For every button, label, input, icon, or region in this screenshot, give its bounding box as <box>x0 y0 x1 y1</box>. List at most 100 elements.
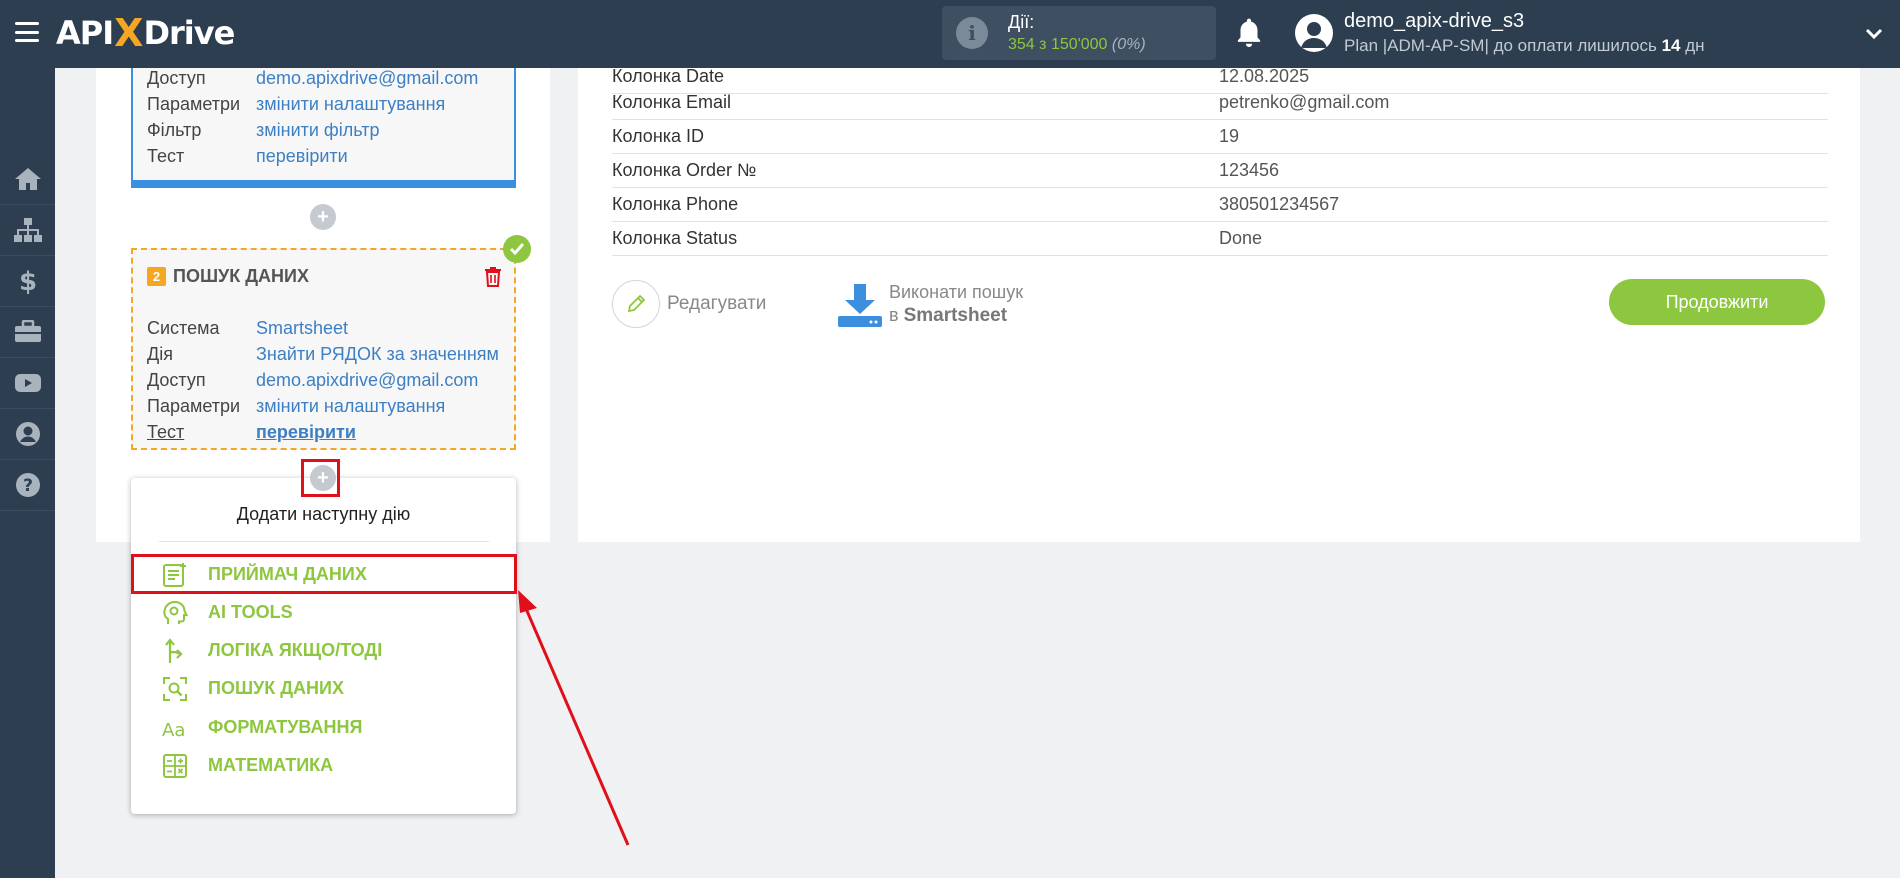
actions-label: Дії: <box>1008 12 1035 32</box>
change-filter-link[interactable]: змінити фільтр <box>256 120 379 141</box>
search-data-block: 2 ПОШУК ДАНИХ Система Smartsheet Дія Знайти… <box>131 248 516 450</box>
menu-toggle-icon[interactable] <box>15 20 39 44</box>
sitemap-icon <box>13 218 42 242</box>
user-circle-icon <box>15 422 40 446</box>
menu-item-label: ЛОГІКА ЯКЩО/ТОДІ <box>208 640 383 660</box>
youtube-icon <box>14 374 41 392</box>
help-icon: ? <box>15 473 40 497</box>
check-icon <box>503 235 531 263</box>
table-row: Колонка Phone 380501234567 <box>612 188 1828 222</box>
row-key: Тест <box>147 146 185 166</box>
sidebar-item-video[interactable] <box>0 358 55 409</box>
block-title-text: ПОШУК ДАНИХ <box>173 266 309 286</box>
test-link[interactable]: перевірити <box>256 422 356 443</box>
actions-percent: (0%) <box>1111 36 1146 53</box>
sidebar-item-account[interactable] <box>0 409 55 460</box>
download-icon <box>838 284 882 327</box>
actions-limit: 150'000 <box>1050 36 1108 53</box>
block-title: 2 ПОШУК ДАНИХ <box>147 266 309 287</box>
menu-item-label: ПОШУК ДАНИХ <box>208 678 344 698</box>
plan-text: Plan |ADM-AP-SM| до оплати лишилось <box>1344 36 1657 55</box>
username[interactable]: demo_apix-drive_s3 <box>1344 10 1524 33</box>
cell-value: 19 <box>1219 126 1240 146</box>
logo-text-api: API <box>56 14 114 52</box>
home-icon <box>14 168 41 190</box>
sidebar-item-billing[interactable]: $ <box>0 256 55 307</box>
svg-text:Aa: Aa <box>162 720 185 741</box>
bell-icon[interactable] <box>1233 16 1265 50</box>
ai-head-icon <box>163 600 188 624</box>
avatar[interactable] <box>1295 14 1333 52</box>
action-link[interactable]: Знайти РЯДОК за значенням <box>256 344 499 365</box>
cell-value: 123456 <box>1219 160 1280 180</box>
sidebar-item-help[interactable]: ? <box>0 460 55 511</box>
add-step-button-active[interactable]: + <box>310 465 336 491</box>
row-key: Параметри <box>147 396 241 416</box>
continue-button[interactable]: Продовжити <box>1609 279 1825 325</box>
row-key: Параметри <box>147 94 241 114</box>
search-system: Smartsheet <box>903 305 1008 326</box>
sidebar-item-projects[interactable] <box>0 307 55 358</box>
plan-info: Plan |ADM-AP-SM| до оплати лишилось 14 д… <box>1344 36 1705 56</box>
actions-of: з <box>1039 36 1047 53</box>
search-data-icon <box>163 677 187 701</box>
search-prefix: в <box>889 305 899 325</box>
table-row: Колонка Status Done <box>612 222 1828 256</box>
cell-key: Колонка ID <box>612 126 705 146</box>
access-link[interactable]: demo.apixdrive@gmail.com <box>256 370 478 391</box>
menu-item-search[interactable]: ПОШУК ДАНИХ <box>131 669 516 707</box>
menu-item-label: AI TOOLS <box>208 602 293 622</box>
info-icon: i <box>956 17 988 49</box>
plan-days-unit: дн <box>1685 36 1705 55</box>
cell-value: 380501234567 <box>1219 194 1340 214</box>
cell-key: Колонка Date <box>612 66 725 86</box>
chevron-down-icon[interactable] <box>1864 24 1884 44</box>
menu-item-label: ФОРМАТУВАННЯ <box>208 717 363 737</box>
menu-item-label: ПРИЙМАЧ ДАНИХ <box>208 564 367 584</box>
menu-item-math[interactable]: МАТЕМАТИКА <box>131 746 516 784</box>
cell-value: petrenko@gmail.com <box>1219 92 1390 112</box>
block-number-badge: 2 <box>147 267 166 286</box>
sidebar-item-connections[interactable] <box>0 205 55 256</box>
test-link[interactable]: перевірити <box>256 146 348 167</box>
cell-key: Колонка Email <box>612 92 732 112</box>
row-key: Фільтр <box>147 120 202 140</box>
plan-days: 14 <box>1661 36 1681 55</box>
menu-item-logic[interactable]: ЛОГІКА ЯКЩО/ТОДІ <box>131 631 516 669</box>
results-panel: Колонка Date 12.08.2025 Колонка Email petr… <box>578 66 1860 542</box>
actions-value: 354 з 150'000 (0%) <box>1008 36 1146 54</box>
menu-item-format[interactable]: Aa ФОРМАТУВАННЯ <box>131 708 516 746</box>
add-step-button[interactable]: + <box>310 204 336 230</box>
pencil-icon <box>612 280 660 328</box>
table-row: Колонка Email petrenko@gmail.com <box>612 86 1828 120</box>
row-key: Тест <box>147 422 185 442</box>
add-action-popup: Додати наступну дію ПРИЙМАЧ ДАНИХ AI TOO… <box>131 478 516 814</box>
divider <box>159 541 489 542</box>
cell-key: Колонка Status <box>612 228 738 248</box>
menu-item-receiver[interactable]: ПРИЙМАЧ ДАНИХ <box>131 555 516 593</box>
apixdrive-logo[interactable]: API X Drive <box>56 11 235 55</box>
access-link[interactable]: demo.apixdrive@gmail.com <box>256 68 478 89</box>
receiver-list-icon <box>163 563 186 587</box>
edit-label: Редагувати <box>667 293 767 314</box>
trash-icon[interactable] <box>484 266 502 287</box>
svg-text:$: $ <box>18 267 36 296</box>
run-search-button[interactable]: Виконати пошук в Smartsheet <box>837 280 1067 332</box>
change-settings-link[interactable]: змінити налаштування <box>256 94 445 115</box>
search-label-line2: в Smartsheet <box>889 305 1007 327</box>
row-key: Дія <box>147 344 173 364</box>
system-link[interactable]: Smartsheet <box>256 318 348 339</box>
logo-text-drive: Drive <box>143 14 235 52</box>
sidebar-item-home[interactable] <box>0 154 55 205</box>
change-settings-link[interactable]: змінити налаштування <box>256 396 445 417</box>
row-key: Доступ <box>147 370 206 390</box>
cell-key: Колонка Phone <box>612 194 739 214</box>
source-block: Доступ demo.apixdrive@gmail.com Параметри… <box>131 68 516 188</box>
cell-value: 12.08.2025 <box>1219 66 1310 86</box>
edit-button[interactable]: Редагувати <box>612 280 792 330</box>
popup-title: Додати наступну дію <box>236 504 411 524</box>
cell-key: Колонка Order № <box>612 160 757 180</box>
dollar-icon: $ <box>18 267 36 296</box>
table-row: Колонка Order № 123456 <box>612 154 1828 188</box>
menu-item-ai-tools[interactable]: AI TOOLS <box>131 593 516 631</box>
